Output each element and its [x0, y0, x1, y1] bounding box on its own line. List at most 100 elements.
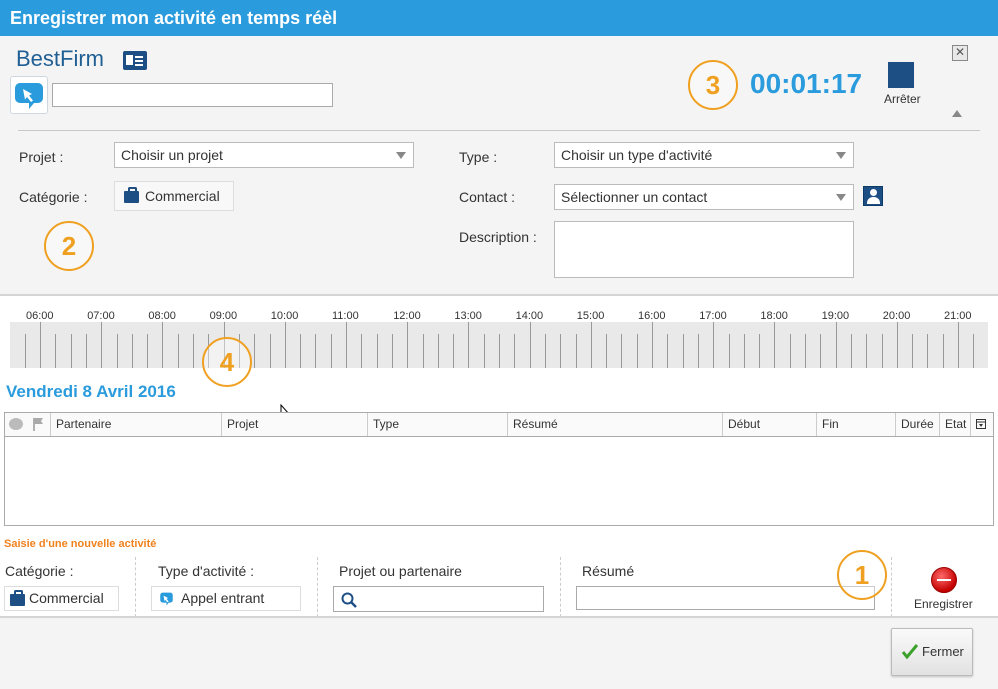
projet-label: Projet :: [19, 149, 64, 165]
timeline-hour-label: 13:00: [454, 310, 482, 322]
timeline-tick: [835, 322, 837, 368]
new-categorie-chip[interactable]: Commercial: [4, 586, 119, 611]
timeline-tick: [483, 334, 485, 368]
timeline-tick: [667, 334, 669, 368]
record-icon[interactable]: [931, 567, 957, 593]
timeline-tick: [391, 334, 393, 368]
contact-select-value: Sélectionner un contact: [561, 189, 708, 205]
col-duree[interactable]: Durée: [895, 413, 939, 436]
callout-4: 4: [202, 337, 252, 387]
collapse-icon[interactable]: [952, 110, 962, 117]
timeline-hour-label: 15:00: [576, 310, 605, 322]
projet-search-input[interactable]: [333, 586, 544, 612]
contact-card-icon[interactable]: [123, 51, 147, 70]
col-partenaire[interactable]: Partenaire: [50, 413, 221, 436]
timeline-tick: [621, 334, 623, 368]
timeline-bar[interactable]: [10, 322, 988, 368]
timeline-tick: [575, 334, 577, 368]
callout-1: 1: [837, 550, 887, 600]
timeline-tick: [529, 322, 531, 368]
checkmark-icon: [902, 644, 918, 659]
timeline-tick: [162, 322, 164, 368]
divider: [0, 616, 998, 618]
incoming-call-icon: [160, 592, 173, 606]
timeline-hour-label: 10:00: [270, 310, 299, 322]
description-label: Description :: [459, 229, 537, 245]
col-etat[interactable]: Etat: [939, 413, 970, 436]
categorie-value: Commercial: [145, 188, 220, 204]
briefcase-icon: [124, 187, 139, 203]
resume-input[interactable]: [576, 586, 875, 610]
timeline-tick: [850, 334, 852, 368]
new-activity-title: Saisie d'une nouvelle activité: [4, 538, 157, 550]
timeline-tick: [866, 334, 868, 368]
timeline-tick: [407, 322, 409, 368]
timeline-tick: [70, 334, 72, 368]
categorie-label: Catégorie :: [19, 189, 88, 205]
window-title: Enregistrer mon activité en temps réèl: [0, 0, 998, 36]
timeline-hour-label: 20:00: [882, 310, 911, 322]
separator: [891, 557, 892, 617]
timeline-hour-label: 18:00: [760, 310, 788, 322]
timeline-tick: [973, 334, 975, 368]
timeline-tick: [24, 334, 26, 368]
activity-table: Partenaire Projet Type Résumé Début Fin …: [4, 412, 994, 526]
incoming-call-icon[interactable]: [10, 76, 48, 114]
table-header: Partenaire Projet Type Résumé Début Fin …: [5, 413, 993, 437]
type-label: Type :: [459, 149, 498, 165]
timeline-tick: [636, 334, 638, 368]
timeline-tick: [774, 322, 776, 368]
timeline-tick: [468, 322, 470, 368]
columns-menu-icon[interactable]: [970, 413, 993, 436]
close-button[interactable]: Fermer: [891, 628, 973, 676]
col-resume[interactable]: Résumé: [507, 413, 722, 436]
save-label[interactable]: Enregistrer: [914, 597, 973, 611]
divider: [18, 130, 980, 131]
timeline-tick: [55, 334, 57, 368]
timeline-tick: [789, 334, 791, 368]
type-select-value: Choisir un type d'activité: [561, 147, 713, 163]
timeline-tick: [514, 334, 516, 368]
new-type-chip[interactable]: Appel entrant: [151, 586, 301, 611]
timeline-tick: [40, 322, 41, 368]
type-select[interactable]: Choisir un type d'activité: [554, 142, 854, 168]
col-fin[interactable]: Fin: [816, 413, 895, 436]
timeline-tick: [805, 334, 806, 368]
description-textarea[interactable]: [554, 221, 854, 278]
stop-icon[interactable]: [888, 62, 914, 88]
timeline-tick: [881, 334, 883, 368]
company-name: BestFirm: [16, 46, 104, 71]
new-categorie-label: Catégorie :: [5, 563, 74, 579]
timeline-tick: [116, 334, 118, 368]
timeline-hour-label: 07:00: [87, 310, 115, 322]
timeline-hour-label: 17:00: [699, 310, 727, 322]
stop-label[interactable]: Arrêter: [884, 92, 921, 106]
col-type[interactable]: Type: [367, 413, 507, 436]
timeline-tick: [346, 322, 347, 368]
close-button-label: Fermer: [922, 644, 964, 659]
person-icon[interactable]: [863, 186, 883, 206]
timeline-tick: [361, 334, 363, 368]
timeline-tick: [927, 334, 929, 368]
day-title: Vendredi 8 Avril 2016: [6, 382, 176, 401]
comment-icon: [9, 418, 23, 430]
close-icon[interactable]: ✕: [952, 45, 968, 61]
new-type-value: Appel entrant: [181, 590, 265, 606]
timeline-hour-label: 09:00: [209, 310, 238, 322]
timeline-tick: [743, 334, 745, 368]
timer-display: 00:01:17: [750, 68, 863, 99]
categorie-chip[interactable]: Commercial: [114, 181, 234, 211]
timeline-hour-label: 11:00: [332, 310, 359, 322]
projet-select[interactable]: Choisir un projet: [114, 142, 414, 168]
contact-select[interactable]: Sélectionner un contact: [554, 184, 854, 210]
callout-2: 2: [44, 221, 94, 271]
timeline-tick: [697, 334, 699, 368]
separator: [317, 557, 318, 617]
col-projet[interactable]: Projet: [221, 413, 367, 436]
main-search-input[interactable]: [52, 83, 333, 107]
timeline-tick: [590, 322, 592, 368]
timeline-hour-label: 16:00: [638, 310, 666, 322]
timeline-tick: [422, 334, 424, 368]
col-debut[interactable]: Début: [722, 413, 816, 436]
timeline-tick: [728, 334, 730, 368]
